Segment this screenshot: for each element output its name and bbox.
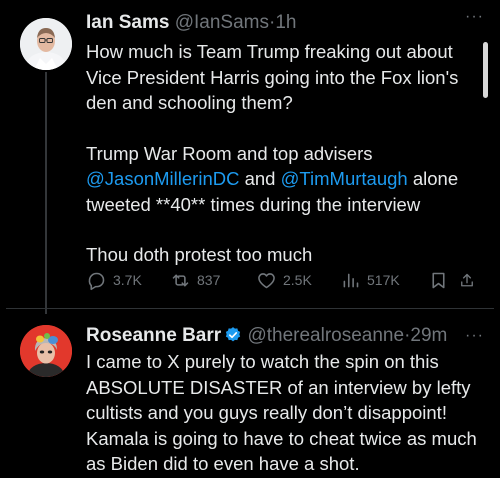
like-button[interactable]: 2.5K [256,270,340,291]
share-button[interactable] [458,270,482,291]
views-chart-icon [343,273,359,287]
tweet-paragraph-1: How much is Team Trump freaking out abou… [86,41,459,113]
tweet-ian-sams[interactable]: Ian Sams @IanSams·1h How much is Team Tr… [6,6,494,314]
scrollbar[interactable] [483,42,488,98]
thread-line [45,72,47,314]
tweet-header: Roseanne Barr @therealroseanne·29m [86,325,484,347]
repost-button[interactable]: 837 [170,270,256,291]
tweet-header: Ian Sams @IanSams·1h [86,12,484,34]
mention-link[interactable]: @JasonMillerinDC [86,168,239,189]
avatar[interactable] [20,325,72,377]
tweet-content: Ian Sams @IanSams·1h How much is Team Tr… [86,12,484,268]
text-segment: Trump War Room and top advisers [86,142,373,164]
tweet-actions: 3.7K 837 2.5K 517K [86,268,482,292]
heart-icon [258,272,275,288]
text-segment: and [239,168,281,189]
repost-count: 837 [197,272,221,288]
tweet-content: Roseanne Barr @therealroseanne·29m I cam… [86,325,484,472]
more-options-icon[interactable]: ··· [465,8,484,26]
views-button[interactable]: 517K [340,270,428,291]
tweet-paragraph-3: Thou doth protest too much [86,244,313,265]
reply-icon [88,272,105,290]
reply-count: 3.7K [113,272,142,288]
avatar[interactable] [20,18,72,70]
more-options-icon[interactable]: ··· [465,327,484,345]
tweet-time[interactable]: 29m [410,325,447,346]
author-handle[interactable]: @therealroseanne [247,325,404,346]
avatar-roseanne-barr-icon [20,325,72,377]
tweet-roseanne-barr[interactable]: Roseanne Barr @therealroseanne·29m I cam… [6,309,494,472]
tweet-paragraph-2: Trump War Room and top advisers @JasonMi… [86,141,484,218]
author-name[interactable]: Ian Sams [86,12,169,33]
tweet-text: How much is Team Trump freaking out abou… [86,39,484,268]
avatar-ian-sams-icon [20,18,72,70]
bookmark-icon [432,272,445,288]
views-count: 517K [367,272,400,288]
timeline: Ian Sams @IanSams·1h How much is Team Tr… [6,6,494,472]
author-name[interactable]: Roseanne Barr [86,325,221,346]
repost-icon [172,273,189,287]
tweet-time[interactable]: 1h [275,12,296,33]
author-handle[interactable]: @IanSams [175,12,269,33]
share-icon [461,273,473,286]
mention-link[interactable]: @TimMurtaugh [281,168,408,189]
like-count: 2.5K [283,272,312,288]
reply-button[interactable]: 3.7K [86,270,170,291]
bookmark-button[interactable] [428,270,458,291]
verified-badge-icon[interactable] [224,326,242,344]
tweet-text: I came to X purely to watch the spin on … [86,351,477,472]
